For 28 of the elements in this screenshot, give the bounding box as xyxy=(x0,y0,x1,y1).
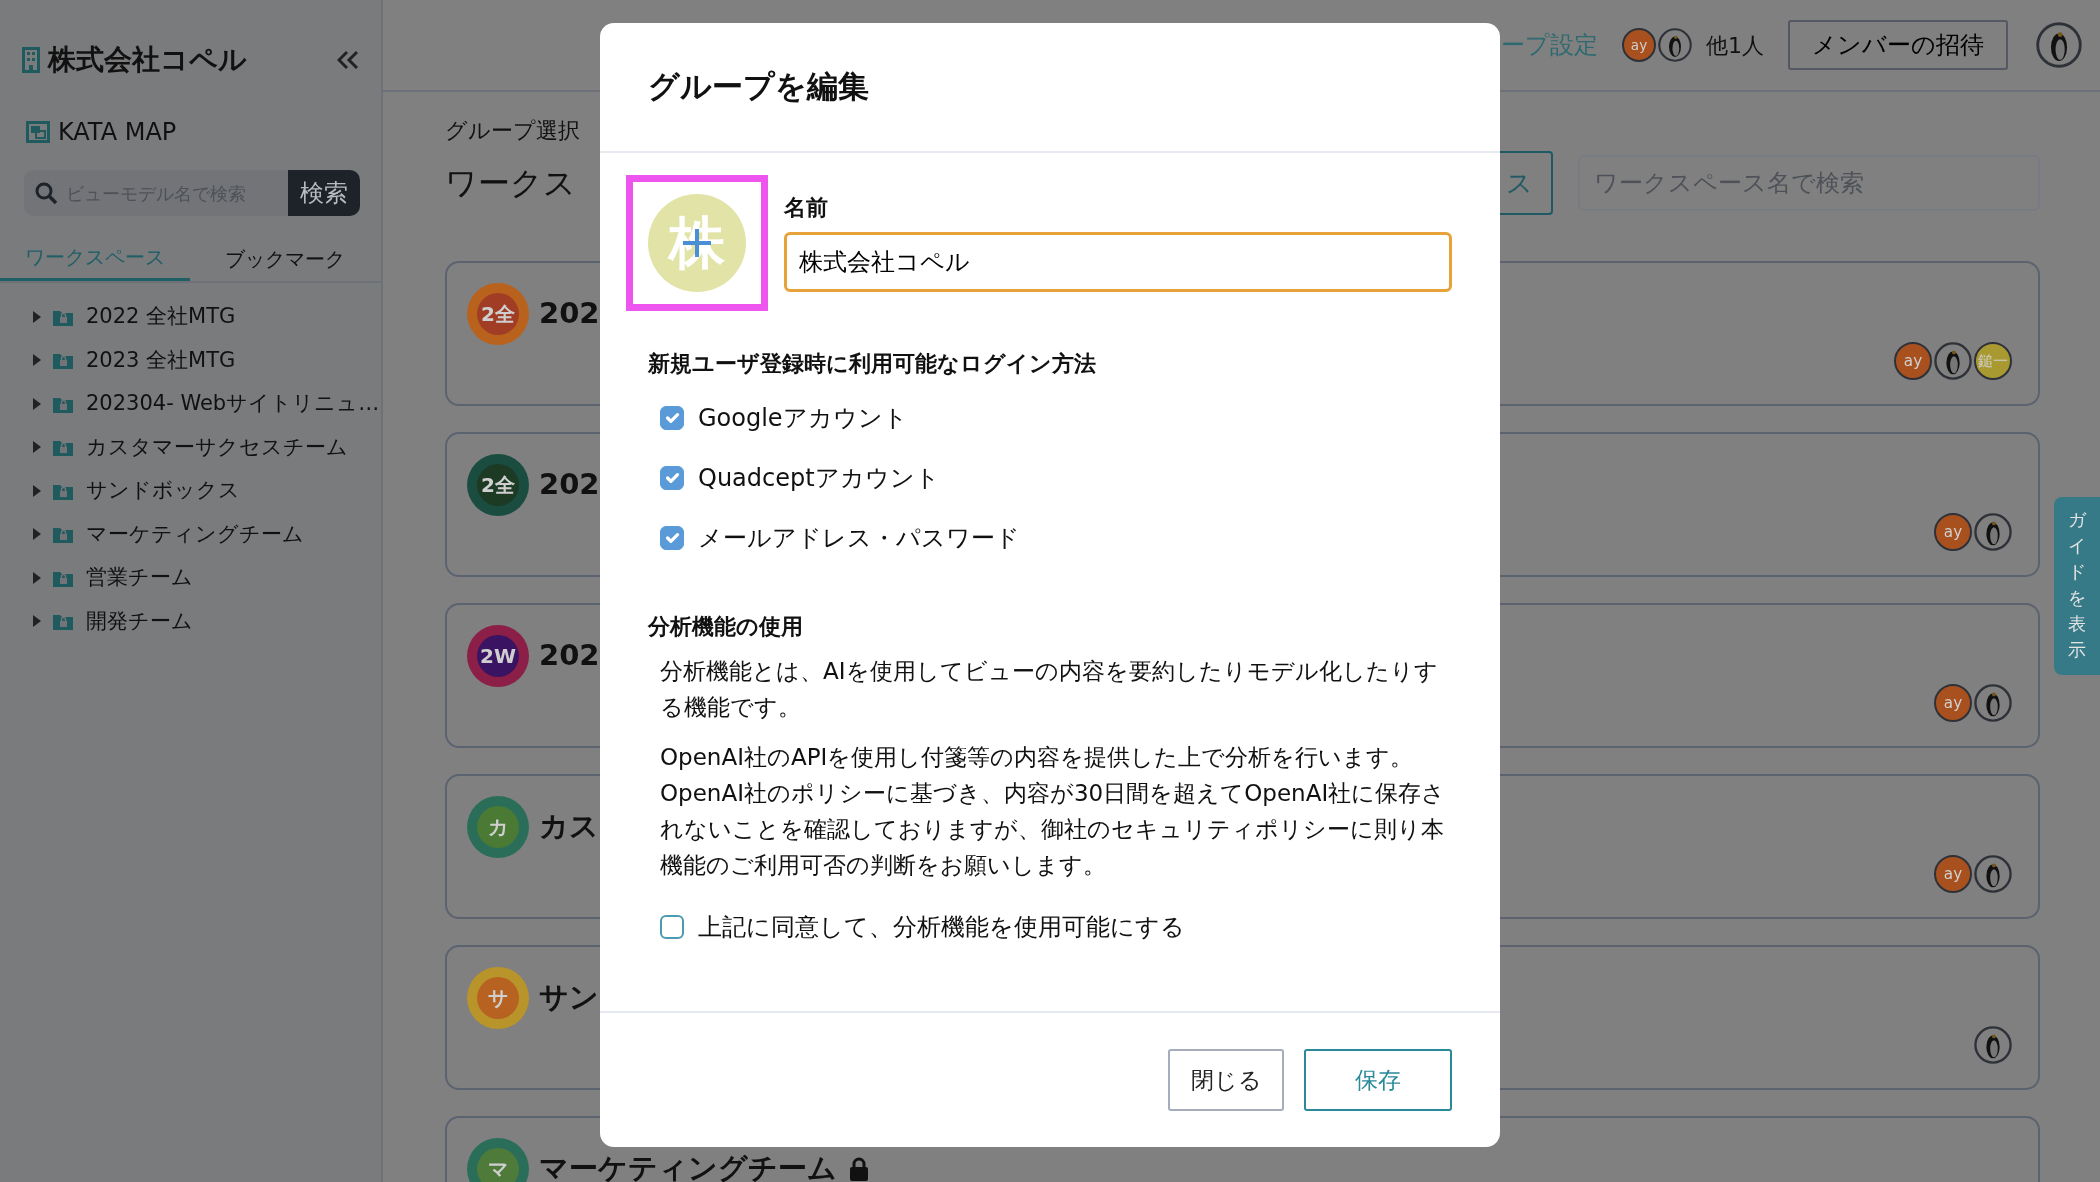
workspace-icon-initials: カ xyxy=(477,806,519,848)
workspace-title: 202 xyxy=(539,295,600,333)
company-name: 株式会社コペル xyxy=(48,42,247,78)
member-count: 他1人 xyxy=(1706,31,1764,60)
workspace-title: カス xyxy=(539,808,599,846)
workspace-title: 202 xyxy=(539,637,600,675)
page-title: ワークス xyxy=(445,163,576,204)
member-avatar: ay xyxy=(1934,513,1972,551)
description-text: OpenAI社のAPIを使用し付箋等の内容を提供した上で分析を行います。OpenAI社のポリシーに基づき、内容が30日間を超えてOpenAI社に保存されないことを確認しておりますが、御社のセキュリティポリシーに則り本機能のご利用可否の判断をお願いします。 xyxy=(660,743,1447,880)
member-avatar: ay xyxy=(1934,684,1972,722)
member-avatar: ay xyxy=(1622,28,1656,62)
workspace-icon-initials: 2全 xyxy=(477,464,519,506)
section-heading: 分析機能の使用 xyxy=(648,613,804,641)
name-label: 名前 xyxy=(784,194,829,222)
description-text: 分析機能とは、AIを使用してビューの内容を要約したりモデル化したりする機能です。 xyxy=(660,657,1439,722)
workspace-icon-initials: マ xyxy=(477,1148,519,1182)
workspace-title: 202 xyxy=(539,466,600,504)
member-avatar: 鎚一 xyxy=(1974,342,2012,380)
dialog-title: グループを編集 xyxy=(648,68,869,106)
hint-text: グループ選択 xyxy=(445,117,581,145)
workspace-icon-initials: 2全 xyxy=(477,293,519,335)
workspace-icon-initials: 2W xyxy=(477,635,519,677)
section-heading: 新規ユーザ登録時に利用可能なログイン方法 xyxy=(648,350,1097,378)
workspace-icon-initials: サ xyxy=(477,977,519,1019)
member-avatar: ay xyxy=(1894,342,1932,380)
workspace-title: サン xyxy=(539,979,599,1017)
member-avatar: ay xyxy=(1934,855,1972,893)
workspace-title: マーケティングチーム xyxy=(539,1150,837,1182)
